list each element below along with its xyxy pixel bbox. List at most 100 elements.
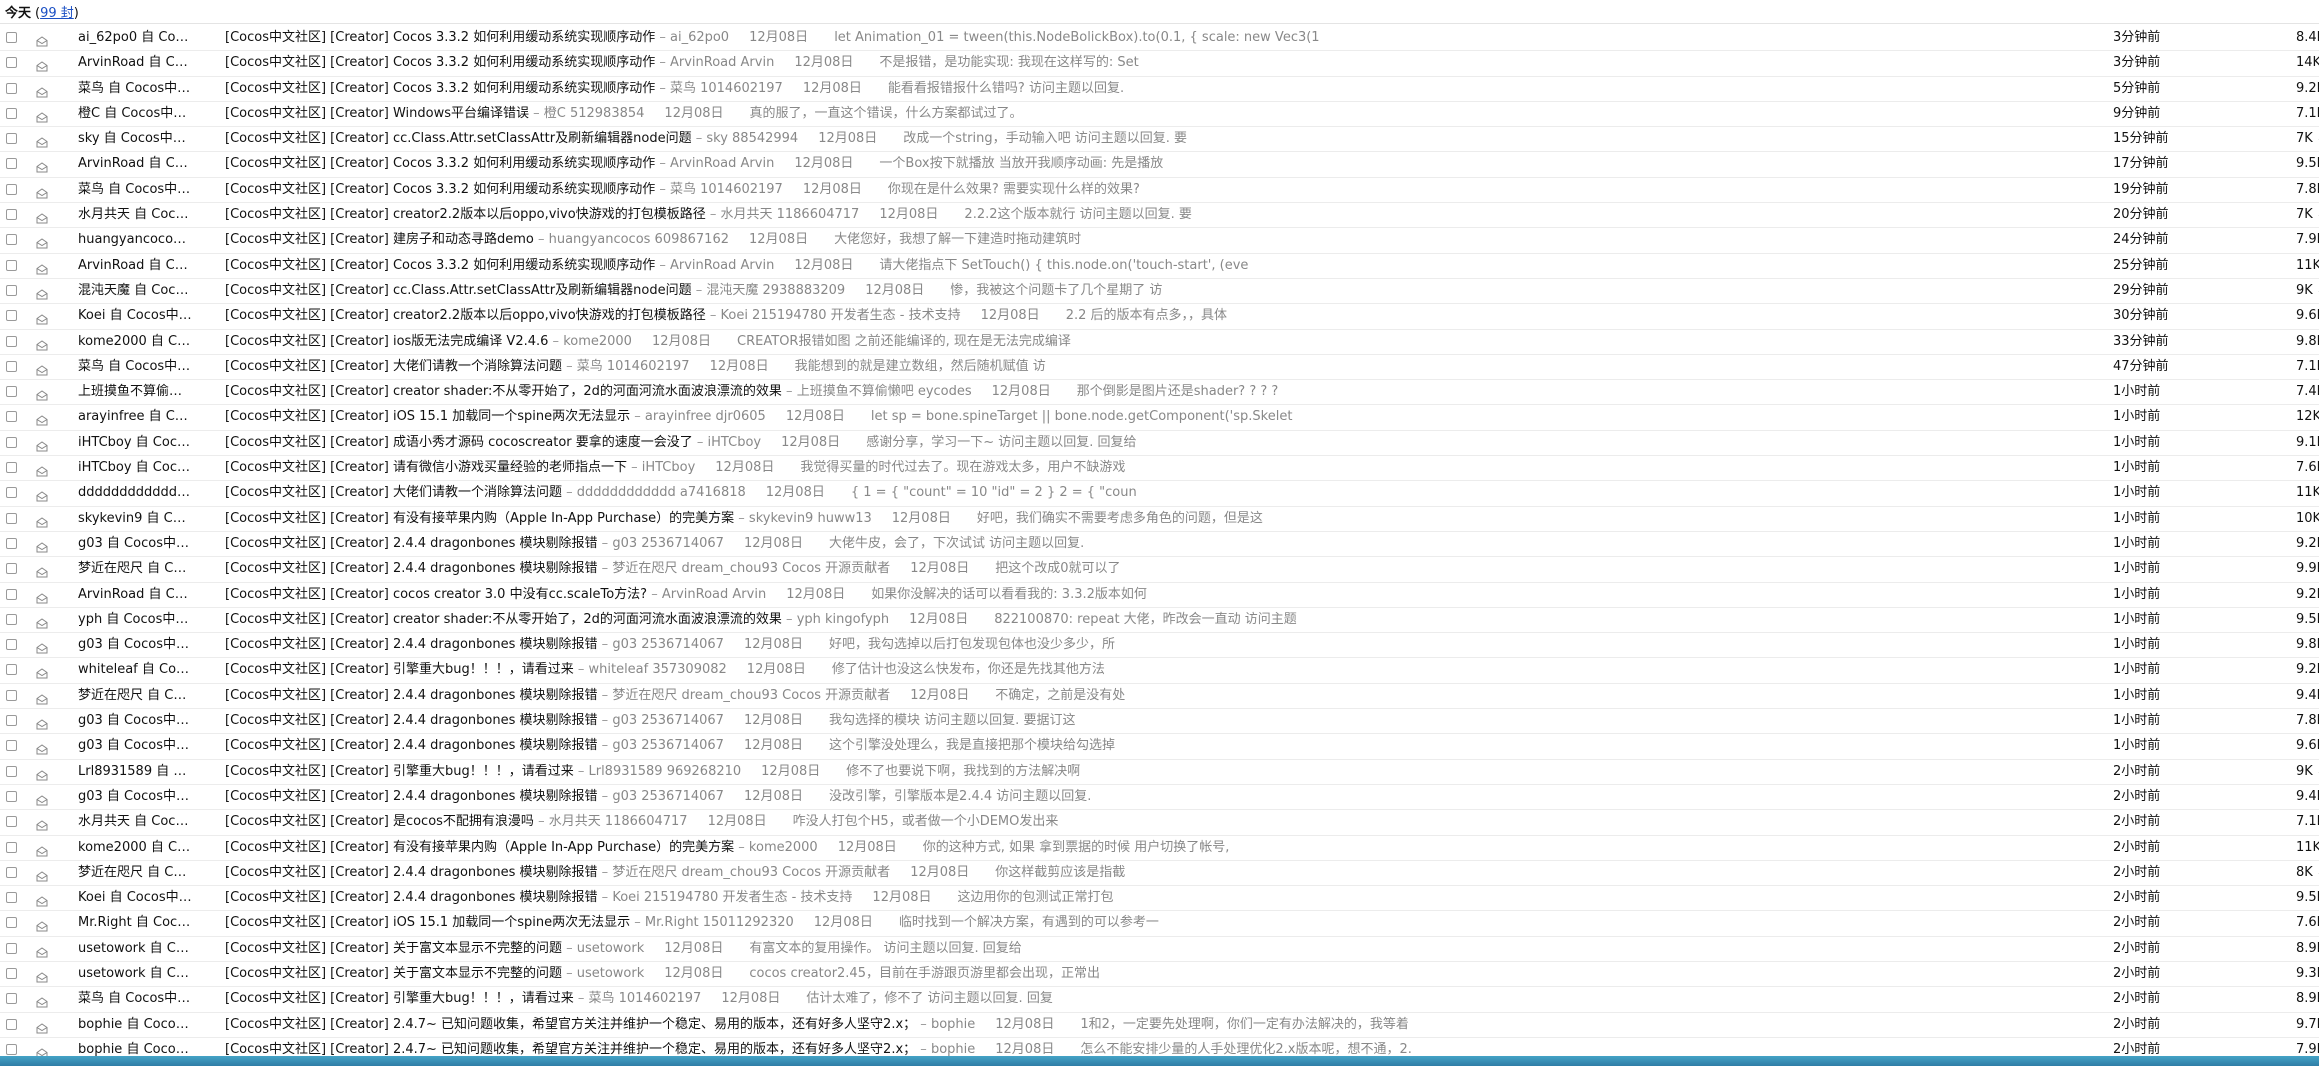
received-time: 2小时前: [2113, 864, 2161, 880]
select-checkbox[interactable]: [6, 765, 17, 777]
select-checkbox[interactable]: [6, 386, 17, 398]
select-checkbox[interactable]: [6, 1018, 17, 1030]
message-row[interactable]: 水月共天 自 Cocos... [Cocos中文社区] [Creator] 是co…: [0, 810, 2319, 836]
select-checkbox[interactable]: [6, 588, 17, 600]
message-row[interactable]: g03 自 Cocos中文... [Cocos中文社区] [Creator] 2.…: [0, 785, 2319, 811]
post-date: 12月08日: [743, 535, 804, 551]
select-checkbox[interactable]: [6, 613, 17, 625]
message-row[interactable]: 混沌天魔 自 Cocos... [Cocos中文社区] [Creator] cc.…: [0, 279, 2319, 305]
preview: 大佬您好，我想了解一下建造时拖动建筑时: [834, 232, 1082, 248]
select-checkbox[interactable]: [6, 866, 17, 878]
message-row[interactable]: usetowork 自 Coc... [Cocos中文社区] [Creator] …: [0, 937, 2319, 962]
select-checkbox[interactable]: [6, 942, 17, 954]
separator: –: [577, 763, 585, 779]
message-row[interactable]: yph 自 Cocos中文... [Cocos中文社区] [Creator] cr…: [0, 608, 2319, 634]
select-checkbox[interactable]: [6, 335, 17, 347]
message-row[interactable]: 梦近在咫尺 自 Coc... [Cocos中文社区] [Creator] 2.4.…: [0, 557, 2319, 583]
select-checkbox[interactable]: [6, 360, 17, 372]
message-row[interactable]: Mr.Right 自 Coco... [Cocos中文社区] [Creator] …: [0, 911, 2319, 937]
envelope-icon: [36, 361, 48, 376]
preview: 你现在是什么效果? 需要实现什么样的效果?: [887, 181, 1140, 197]
message-row[interactable]: 橙C 自 Cocos中文... [Cocos中文社区] [Creator] Win…: [0, 102, 2319, 128]
select-checkbox[interactable]: [6, 816, 17, 828]
select-checkbox[interactable]: [6, 967, 17, 979]
select-checkbox[interactable]: [6, 1043, 17, 1055]
select-checkbox[interactable]: [6, 563, 17, 575]
message-row[interactable]: 菜鸟 自 Cocos中文... [Cocos中文社区] [Creator] Coc…: [0, 77, 2319, 102]
message-row[interactable]: ai_62po0 自 Cocos... [Cocos中文社区] [Creator]…: [0, 26, 2319, 52]
select-checkbox[interactable]: [6, 32, 17, 43]
preview: 怎么不能安排少量的人手处理优化2.x版本呢，想不通，2.: [1080, 1041, 1412, 1057]
select-checkbox[interactable]: [6, 436, 17, 448]
message-row[interactable]: kome2000 自 Coc... [Cocos中文社区] [Creator] i…: [0, 330, 2319, 355]
select-checkbox[interactable]: [6, 411, 17, 423]
message-row[interactable]: arayinfree 自 Co... [Cocos中文社区] [Creator] …: [0, 405, 2319, 431]
select-checkbox[interactable]: [6, 639, 17, 651]
select-checkbox[interactable]: [6, 57, 17, 69]
message-row[interactable]: 上班摸鱼不算偷懒... [Cocos中文社区] [Creator] creator…: [0, 380, 2319, 406]
message-row[interactable]: Lrl8931589 自 Co... [Cocos中文社区] [Creator] …: [0, 760, 2319, 785]
message-count-link[interactable]: 99 封: [40, 6, 74, 21]
select-checkbox[interactable]: [6, 310, 17, 322]
preview: 临时找到一个解决方案，有遇到的可以参考一: [898, 915, 1159, 931]
message-row[interactable]: g03 自 Cocos中文... [Cocos中文社区] [Creator] 2.…: [0, 532, 2319, 558]
select-checkbox[interactable]: [6, 892, 17, 904]
message-row[interactable]: iHTCboy 自 Cocos... [Cocos中文社区] [Creator] …: [0, 431, 2319, 457]
message-row[interactable]: Koei 自 Cocos中文... [Cocos中文社区] [Creator] c…: [0, 304, 2319, 330]
message-row[interactable]: 梦近在咫尺 自 Coc... [Cocos中文社区] [Creator] 2.4.…: [0, 861, 2319, 887]
message-row[interactable]: ddddddddddddd ... [Cocos中文社区] [Creator] 大…: [0, 481, 2319, 507]
message-row[interactable]: g03 自 Cocos中文... [Cocos中文社区] [Creator] 2.…: [0, 709, 2319, 735]
envelope-icon: [36, 842, 48, 856]
message-row[interactable]: 菜鸟 自 Cocos中文... [Cocos中文社区] [Creator] Coc…: [0, 178, 2319, 204]
select-checkbox[interactable]: [6, 158, 17, 170]
select-checkbox[interactable]: [6, 537, 17, 549]
message-row[interactable]: huangyancocos ... [Cocos中文社区] [Creator] 建…: [0, 228, 2319, 254]
message-row[interactable]: 菜鸟 自 Cocos中文... [Cocos中文社区] [Creator] 大佬们…: [0, 355, 2319, 381]
message-row[interactable]: ArvinRoad 自 Coc... [Cocos中文社区] [Creator] …: [0, 152, 2319, 178]
message-row[interactable]: 菜鸟 自 Cocos中文... [Cocos中文社区] [Creator] 引擎重…: [0, 987, 2319, 1013]
select-checkbox[interactable]: [6, 234, 17, 246]
post-date: 12月08日: [743, 738, 804, 754]
message-row[interactable]: ArvinRoad 自 Coc... [Cocos中文社区] [Creator] …: [0, 51, 2319, 77]
message-row[interactable]: skykevin9 自 Coc... [Cocos中文社区] [Creator] …: [0, 507, 2319, 532]
message-row[interactable]: usetowork 自 Coc... [Cocos中文社区] [Creator] …: [0, 962, 2319, 988]
select-checkbox[interactable]: [6, 993, 17, 1005]
message-row[interactable]: kome2000 自 Coc... [Cocos中文社区] [Creator] 有…: [0, 836, 2319, 861]
select-checkbox[interactable]: [6, 740, 17, 752]
select-checkbox[interactable]: [6, 82, 17, 94]
select-checkbox[interactable]: [6, 107, 17, 119]
select-checkbox[interactable]: [6, 664, 17, 676]
message-row[interactable]: iHTCboy 自 Cocos... [Cocos中文社区] [Creator] …: [0, 456, 2319, 482]
message-row[interactable]: bophie 自 Cocos... [Cocos中文社区] [Creator] 2…: [0, 1013, 2319, 1038]
envelope-icon: [36, 336, 48, 351]
select-checkbox[interactable]: [6, 183, 17, 195]
select-checkbox[interactable]: [6, 133, 17, 145]
select-checkbox[interactable]: [6, 715, 17, 727]
received-time: 20分钟前: [2113, 207, 2169, 223]
select-checkbox[interactable]: [6, 259, 17, 271]
select-checkbox[interactable]: [6, 512, 17, 524]
message-row[interactable]: 水月共天 自 Cocos... [Cocos中文社区] [Creator] cre…: [0, 203, 2319, 229]
select-checkbox[interactable]: [6, 917, 17, 929]
message-row[interactable]: 梦近在咫尺 自 Coc... [Cocos中文社区] [Creator] 2.4.…: [0, 684, 2319, 710]
select-checkbox[interactable]: [6, 284, 17, 296]
select-checkbox[interactable]: [6, 487, 17, 499]
message-row[interactable]: sky 自 Cocos中文... [Cocos中文社区] [Creator] cc…: [0, 127, 2319, 153]
message-row[interactable]: g03 自 Cocos中文... [Cocos中文社区] [Creator] 2.…: [0, 734, 2319, 760]
select-checkbox[interactable]: [6, 841, 17, 853]
message-row[interactable]: g03 自 Cocos中文... [Cocos中文社区] [Creator] 2.…: [0, 633, 2319, 659]
author: ai_62po0: [669, 30, 730, 45]
post-date: 12月08日: [872, 890, 932, 906]
received-time: 1小时前: [2113, 561, 2161, 577]
select-checkbox[interactable]: [6, 209, 17, 221]
select-checkbox[interactable]: [6, 462, 17, 474]
message-summary: [Cocos中文社区] [Creator] 引擎重大bug！！！，请看过来 – …: [225, 658, 2105, 682]
select-checkbox[interactable]: [6, 790, 17, 802]
message-count[interactable]: (99 封): [35, 2, 79, 21]
message-row[interactable]: whiteleaf 自 Coc... [Cocos中文社区] [Creator] …: [0, 658, 2319, 684]
select-checkbox[interactable]: [6, 689, 17, 701]
message-row[interactable]: ArvinRoad 自 Coc... [Cocos中文社区] [Creator] …: [0, 583, 2319, 608]
message-row[interactable]: ArvinRoad 自 Coc... [Cocos中文社区] [Creator] …: [0, 254, 2319, 279]
preview: 这个引擎没处理么，我是直接把那个模块给勾选掉: [829, 738, 1116, 754]
message-row[interactable]: Koei 自 Cocos中文... [Cocos中文社区] [Creator] 2…: [0, 886, 2319, 912]
